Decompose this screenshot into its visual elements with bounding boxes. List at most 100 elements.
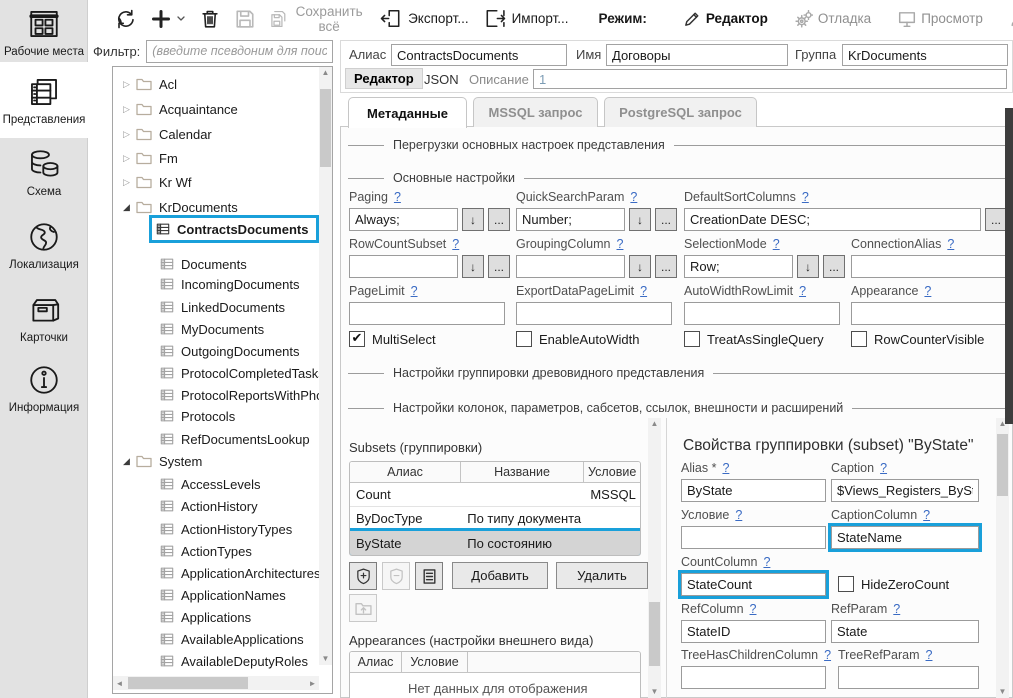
ellipsis-button[interactable]: ... — [823, 255, 845, 278]
tree-item-system[interactable]: ◢System — [113, 450, 202, 472]
defaultsortcolumns-input[interactable] — [684, 208, 981, 231]
name-input[interactable] — [606, 44, 788, 66]
dropdown-button[interactable]: ↓ — [629, 255, 651, 278]
column-header-alias[interactable]: Алиас — [350, 652, 402, 672]
subset-refcolumn-input[interactable] — [681, 620, 826, 643]
scrollbar-thumb[interactable] — [649, 602, 660, 666]
tree-item-availableapplications[interactable]: AvailableApplications — [113, 628, 304, 650]
tree-item-actionhistorytypes[interactable]: ActionHistoryTypes — [113, 518, 292, 540]
ellipsis-button[interactable]: ... — [488, 208, 510, 231]
help-link[interactable]: ? — [773, 237, 780, 251]
mode-preview-button[interactable]: Просмотр — [892, 9, 989, 29]
hidezerocount-checkbox-item[interactable]: HideZeroCount — [838, 576, 949, 592]
subset-caption-input[interactable] — [831, 479, 979, 502]
tree-item-applications[interactable]: Applications — [113, 606, 251, 628]
scrollbar-thumb[interactable] — [128, 677, 248, 689]
tab-postgresql-query[interactable]: PostgreSQL запрос — [604, 97, 757, 127]
rowcountervisible-checkbox-item[interactable]: RowCounterVisible — [851, 331, 984, 347]
tab-metadata[interactable]: Метаданные — [348, 97, 467, 128]
tree-item-availabledeputyroles[interactable]: AvailableDeputyRoles — [113, 650, 308, 672]
sidebar-item-schema[interactable]: Схема — [0, 142, 88, 202]
checkbox[interactable] — [851, 331, 867, 347]
subset-refparam-input[interactable] — [831, 620, 979, 643]
tree-item-protocolcompletedtasks[interactable]: ProtocolCompletedTasks — [113, 362, 325, 384]
tree-item-fm[interactable]: ▷Fm — [113, 147, 178, 169]
export-button[interactable]: Экспорт... — [380, 9, 468, 28]
expander-icon[interactable]: ▷ — [120, 104, 133, 115]
scrollbar-thumb[interactable] — [997, 434, 1008, 496]
subset-row-bydoctype[interactable]: ByDocType По типу документа — [350, 507, 640, 531]
editor-toggle-button[interactable]: Редактор — [345, 68, 423, 89]
scroll-down-icon[interactable]: ▼ — [648, 686, 661, 698]
tree-horizontal-scrollbar[interactable]: ◄ ► — [113, 676, 319, 690]
selectionmode-input[interactable] — [684, 255, 793, 278]
tree-item-accesslevels[interactable]: AccessLevels — [113, 473, 260, 495]
tree-item-calendar[interactable]: ▷Calendar — [113, 123, 212, 145]
tree-item-applicationnames[interactable]: ApplicationNames — [113, 584, 286, 606]
subset-treehaschildrencolumn-input[interactable] — [681, 666, 826, 689]
treatassinglequery-checkbox-item[interactable]: TreatAsSingleQuery — [684, 331, 824, 347]
tree-item-outgoingdocuments[interactable]: OutgoingDocuments — [113, 340, 300, 362]
save-all-button[interactable]: Сохранить всё — [270, 4, 365, 34]
help-link[interactable]: ? — [880, 461, 887, 475]
sidebar-item-workspaces[interactable]: Рабочие места — [0, 4, 88, 60]
help-link[interactable]: ? — [893, 602, 900, 616]
tab-mssql-query[interactable]: MSSQL запрос — [473, 97, 598, 127]
checkbox[interactable] — [349, 331, 365, 347]
tree-item-actiontypes[interactable]: ActionTypes — [113, 540, 252, 562]
group-input[interactable] — [842, 44, 1008, 66]
subset-alias-input[interactable] — [681, 479, 826, 502]
dropdown-button[interactable]: ↓ — [629, 208, 651, 231]
connectionalias-input[interactable] — [851, 255, 1007, 278]
dropdown-button[interactable]: ↓ — [797, 255, 819, 278]
add-subset-button[interactable]: Добавить — [452, 562, 548, 589]
subset-treerefparam-input[interactable] — [838, 666, 979, 689]
autowidthrowlimit-input[interactable] — [684, 302, 840, 325]
tree-item-applicationarchitectures[interactable]: ApplicationArchitectures — [113, 562, 320, 584]
delete-subset-button[interactable]: Удалить — [556, 562, 648, 589]
expander-icon[interactable]: ▷ — [120, 177, 133, 188]
tree-item-documents[interactable]: Documents — [113, 253, 247, 275]
subset-condition-input[interactable] — [681, 526, 826, 549]
help-link[interactable]: ? — [924, 284, 931, 298]
mode-editor-button[interactable]: Редактор — [677, 9, 774, 29]
tree-item-mydocuments[interactable]: MyDocuments — [113, 318, 264, 340]
scroll-down-icon[interactable]: ▼ — [996, 686, 1009, 698]
delete-button[interactable] — [200, 9, 220, 29]
dropdown-button[interactable]: ↓ — [462, 255, 484, 278]
alias-input[interactable] — [391, 44, 567, 66]
help-link[interactable]: ? — [722, 461, 729, 475]
help-link[interactable]: ? — [923, 508, 930, 522]
dropdown-button[interactable]: ↓ — [462, 208, 484, 231]
appearance-input[interactable] — [851, 302, 1007, 325]
description-input[interactable] — [533, 69, 1007, 89]
expander-icon[interactable]: ▷ — [120, 79, 133, 90]
tree-item-krwf[interactable]: ▷Kr Wf — [113, 171, 192, 193]
tree-item-protocolreportswithphot[interactable]: ProtocolReportsWithPhot — [113, 384, 327, 406]
column-header-name[interactable]: Название — [461, 462, 584, 482]
exportdatapagelimit-input[interactable] — [516, 302, 672, 325]
help-link[interactable]: ? — [947, 237, 954, 251]
pagelimit-input[interactable] — [349, 302, 505, 325]
column-header-alias[interactable]: Алиас — [350, 462, 461, 482]
tree-item-protocols[interactable]: Protocols — [113, 405, 235, 427]
add-button[interactable] — [151, 9, 185, 29]
column-header-condition[interactable]: Условие — [584, 462, 640, 482]
mode-debug-button[interactable]: Отладка — [789, 9, 877, 29]
mode-roles-button[interactable]: Роли — [1004, 9, 1013, 29]
help-link[interactable]: ? — [617, 237, 624, 251]
properties-scrollbar[interactable]: ▲ ▼ — [996, 418, 1009, 698]
subset-captioncolumn-input[interactable] — [831, 526, 979, 549]
sidebar-item-cards[interactable]: Карточки — [0, 286, 88, 350]
dark-scrollbar[interactable] — [1005, 108, 1013, 424]
subset-row-count[interactable]: Count MSSQL — [350, 483, 640, 507]
folder-up-button[interactable] — [349, 594, 377, 622]
checkbox[interactable] — [684, 331, 700, 347]
scroll-up-icon[interactable]: ▲ — [648, 418, 661, 430]
subset-row-bystate-selected[interactable]: ByState По состоянию — [350, 531, 640, 555]
multiselect-checkbox-item[interactable]: MultiSelect — [349, 331, 436, 347]
ellipsis-button[interactable]: ... — [985, 208, 1007, 231]
help-link[interactable]: ? — [802, 190, 809, 204]
subset-countcolumn-input[interactable] — [681, 573, 826, 596]
expander-icon[interactable]: ◢ — [120, 202, 133, 213]
